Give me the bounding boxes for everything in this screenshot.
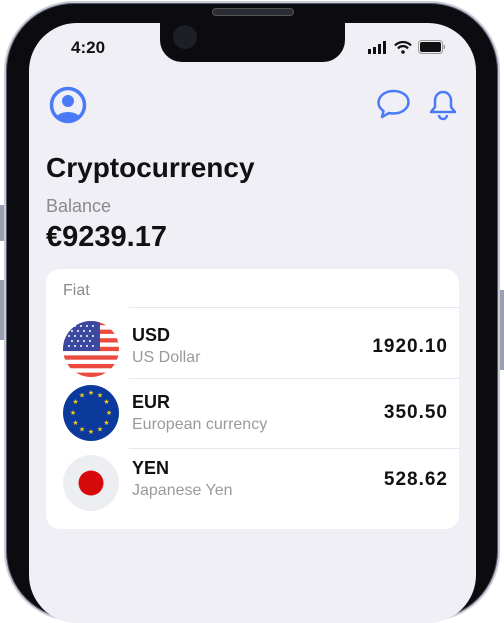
svg-text:★: ★: [72, 398, 78, 406]
currency-name: European currency: [132, 416, 268, 433]
wifi-icon: [394, 40, 412, 54]
currency-code: USD: [132, 325, 171, 345]
currency-name: Japanese Yen: [132, 482, 233, 499]
status-icons: [368, 40, 446, 54]
jp-flag-icon: [63, 455, 119, 511]
svg-text:★: ★: [70, 409, 76, 417]
camera: [173, 25, 197, 49]
currency-name: US Dollar: [132, 349, 201, 366]
side-button: [0, 205, 4, 241]
eu-flag-icon: ★ ★ ★ ★ ★ ★ ★ ★ ★ ★ ★ ★: [63, 385, 119, 441]
svg-text:★: ★: [79, 426, 85, 434]
currency-amount: 1920.10: [372, 336, 448, 357]
status-time: 4:20: [71, 38, 106, 57]
svg-text:★: ★: [79, 392, 85, 400]
svg-text:★: ★: [88, 428, 94, 436]
chat-bubble-icon[interactable]: [376, 89, 411, 120]
us-flag-icon: [63, 321, 119, 377]
signal-icon: [368, 40, 386, 54]
svg-text:★: ★: [103, 398, 109, 406]
currency-code: YEN: [132, 458, 170, 478]
bell-icon[interactable]: [428, 89, 458, 121]
speaker: [212, 8, 294, 16]
currency-row-usd[interactable]: USD US Dollar 1920.10: [46, 307, 459, 378]
svg-text:★: ★: [97, 426, 103, 434]
svg-text:★: ★: [97, 392, 103, 400]
balance-value: €9239.17: [46, 221, 167, 253]
svg-text:★: ★: [72, 419, 78, 427]
page-title: Cryptocurrency: [46, 152, 255, 183]
user-circle-icon[interactable]: [49, 86, 87, 124]
fiat-section-label: Fiat: [63, 282, 90, 299]
balance-label: Balance: [46, 196, 112, 216]
currency-row-eur[interactable]: ★ ★ ★ ★ ★ ★ ★ ★ ★ ★ ★ ★ EUR European currency 350.5…: [46, 378, 459, 449]
svg-text:★: ★: [106, 409, 112, 417]
side-button: [0, 280, 4, 340]
currency-code: EUR: [132, 392, 171, 412]
fiat-card: Fiat USD US Dollar 1920.10 ★ ★ ★ ★ ★ ★ ★ ★ ★ ★ ★ ★ …: [46, 269, 459, 529]
currency-amount: 350.50: [383, 402, 448, 423]
currency-amount: 528.62: [383, 469, 448, 490]
svg-text:★: ★: [103, 419, 109, 427]
side-button: [500, 290, 504, 370]
battery-icon: [418, 40, 445, 54]
currency-row-yen[interactable]: YEN Japanese Yen 528.62: [46, 448, 459, 519]
svg-text:★: ★: [88, 389, 94, 397]
